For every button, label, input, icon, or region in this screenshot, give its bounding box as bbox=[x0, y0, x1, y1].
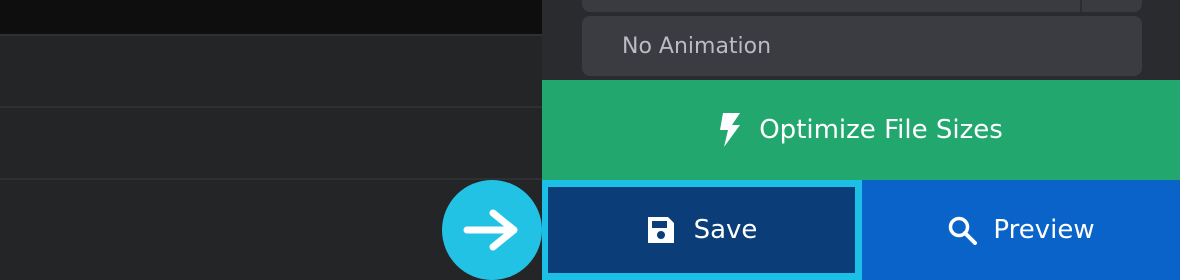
optimize-file-sizes-button[interactable]: Optimize File Sizes bbox=[542, 80, 1180, 180]
preview-label: Preview bbox=[993, 215, 1095, 245]
preview-button[interactable]: Preview bbox=[862, 180, 1180, 280]
optimize-label: Optimize File Sizes bbox=[759, 115, 1003, 145]
canvas-top-bar bbox=[0, 0, 542, 34]
arrow-right-icon bbox=[442, 180, 542, 280]
previous-select-field[interactable] bbox=[582, 0, 1142, 12]
field-divider bbox=[1080, 0, 1082, 12]
layer-row[interactable] bbox=[0, 108, 542, 178]
save-button[interactable]: Save bbox=[542, 180, 862, 280]
magnifier-icon bbox=[947, 215, 978, 245]
animation-select-value: No Animation bbox=[622, 33, 772, 59]
floppy-disk-icon bbox=[646, 215, 676, 245]
animation-select[interactable]: No Animation bbox=[582, 16, 1142, 76]
save-label: Save bbox=[693, 215, 758, 245]
layer-row[interactable] bbox=[0, 36, 542, 106]
lightning-bolt-icon bbox=[719, 113, 741, 147]
